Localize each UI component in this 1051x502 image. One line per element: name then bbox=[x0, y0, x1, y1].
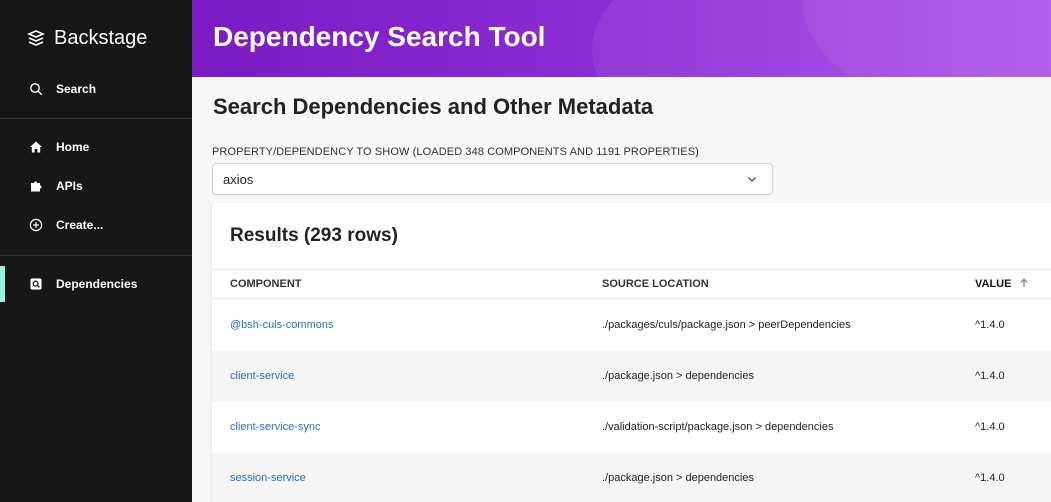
brand-name: Backstage bbox=[54, 27, 148, 49]
sidebar-item-label: Create... bbox=[56, 218, 104, 232]
backstage-logo[interactable]: Backstage bbox=[26, 27, 147, 50]
table-row: client-service ./package.json > dependen… bbox=[212, 351, 1051, 402]
source-location-cell: ./validation-script/package.json > depen… bbox=[602, 421, 834, 433]
component-link[interactable]: client-service-sync bbox=[230, 421, 320, 433]
property-select-value: axios bbox=[223, 171, 254, 187]
sidebar-divider bbox=[0, 255, 192, 256]
component-link[interactable]: client-service bbox=[230, 370, 294, 382]
results-title: Results (293 rows) bbox=[230, 225, 398, 246]
dependency-search-icon bbox=[28, 276, 44, 292]
arrow-up-icon[interactable] bbox=[1019, 278, 1029, 288]
home-icon bbox=[28, 139, 44, 155]
source-location-cell: ./package.json > dependencies bbox=[602, 370, 754, 382]
value-cell: ^1.4.0 bbox=[975, 370, 1005, 382]
sidebar-item-dependencies[interactable]: Dependencies bbox=[0, 265, 192, 303]
table-row: session-service ./package.json > depende… bbox=[212, 453, 1051, 502]
column-header-source-location[interactable]: SOURCE LOCATION bbox=[602, 278, 709, 290]
table-row: @bsh-culs-commons ./packages/culs/packag… bbox=[212, 300, 1051, 351]
sidebar-search[interactable]: Search bbox=[0, 70, 192, 108]
value-cell: ^1.4.0 bbox=[975, 472, 1005, 484]
sidebar: Backstage Search Home APIs Create... Dep… bbox=[0, 0, 192, 502]
sidebar-divider bbox=[0, 118, 192, 119]
search-icon bbox=[28, 81, 44, 97]
sidebar-item-label: APIs bbox=[56, 179, 83, 193]
add-circle-icon bbox=[28, 217, 44, 233]
section-title: Search Dependencies and Other Metadata bbox=[213, 94, 654, 119]
sidebar-search-label: Search bbox=[56, 82, 97, 96]
header-decoration bbox=[802, 0, 1051, 77]
property-select-label: PROPERTY/DEPENDENCY TO SHOW (LOADED 348 … bbox=[212, 146, 699, 158]
sidebar-item-label: Home bbox=[56, 140, 90, 154]
table-row: client-service-sync ./validation-script/… bbox=[212, 402, 1051, 453]
puzzle-icon bbox=[28, 178, 44, 194]
table-header: COMPONENT SOURCE LOCATION VALUE bbox=[212, 269, 1051, 299]
property-select[interactable]: axios bbox=[212, 163, 773, 195]
source-location-cell: ./packages/culs/package.json > peerDepen… bbox=[602, 319, 851, 331]
component-link[interactable]: session-service bbox=[230, 472, 306, 484]
column-header-component[interactable]: COMPONENT bbox=[230, 278, 302, 290]
sidebar-item-home[interactable]: Home bbox=[0, 128, 192, 166]
source-location-cell: ./package.json > dependencies bbox=[602, 472, 754, 484]
value-cell: ^1.4.0 bbox=[975, 319, 1005, 331]
component-link[interactable]: @bsh-culs-commons bbox=[230, 319, 333, 331]
backstage-logo-icon bbox=[26, 29, 46, 46]
value-cell: ^1.4.0 bbox=[975, 421, 1005, 433]
sidebar-item-apis[interactable]: APIs bbox=[0, 167, 192, 205]
sidebar-item-label: Dependencies bbox=[56, 277, 138, 291]
results-card: Results (293 rows) COMPONENT SOURCE LOCA… bbox=[212, 203, 1051, 502]
column-header-value-label: VALUE bbox=[975, 278, 1012, 290]
page-header: Dependency Search Tool bbox=[192, 0, 1051, 77]
chevron-down-icon bbox=[748, 177, 756, 182]
page-title: Dependency Search Tool bbox=[213, 21, 546, 52]
column-header-value[interactable]: VALUE bbox=[975, 278, 1029, 290]
sidebar-item-create[interactable]: Create... bbox=[0, 206, 192, 244]
